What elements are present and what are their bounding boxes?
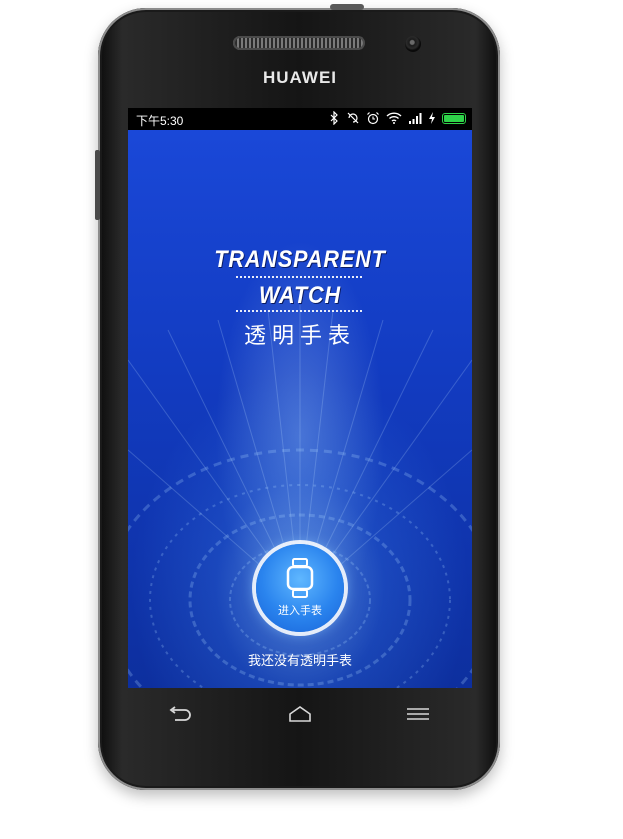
wifi-icon xyxy=(386,112,402,124)
status-time: 下午5:30 xyxy=(136,114,184,128)
earpiece-speaker xyxy=(233,36,365,50)
power-button[interactable] xyxy=(330,4,364,10)
app-background: TRANSPARENT WATCH 透明手表 进入手表 我还没有透明手表 xyxy=(128,130,472,688)
logo-divider xyxy=(236,310,364,312)
no-watch-link[interactable]: 我还没有透明手表 xyxy=(128,650,472,669)
enter-watch-button[interactable]: 进入手表 xyxy=(256,544,344,632)
bluetooth-icon xyxy=(330,111,338,125)
logo-title-line2: WATCH xyxy=(258,282,342,309)
alarm-icon xyxy=(367,112,379,125)
menu-key[interactable] xyxy=(398,700,438,728)
rotation-lock-icon xyxy=(347,112,359,124)
enter-watch-label: 进入手表 xyxy=(278,604,322,617)
logo-chinese-title: 透明手表 xyxy=(243,324,356,349)
home-key[interactable] xyxy=(280,700,320,728)
home-icon xyxy=(289,706,311,722)
watch-icon xyxy=(286,558,314,598)
brand-logo: HUAWEI xyxy=(263,68,337,87)
battery-icon xyxy=(442,112,466,124)
logo-title-line1: TRANSPARENT xyxy=(214,246,386,273)
status-bar: 下午5:30 xyxy=(128,108,472,130)
back-icon xyxy=(169,706,191,721)
signal-icon xyxy=(409,113,422,124)
front-camera xyxy=(405,36,421,52)
logo-divider xyxy=(236,276,364,278)
charging-icon xyxy=(429,112,435,124)
screen: 下午5:30 TRANSPARENT WATCH 透明手表 进入手表 我还没有透… xyxy=(128,108,472,688)
back-key[interactable] xyxy=(160,700,200,728)
menu-icon xyxy=(407,708,429,720)
volume-button[interactable] xyxy=(95,150,100,220)
